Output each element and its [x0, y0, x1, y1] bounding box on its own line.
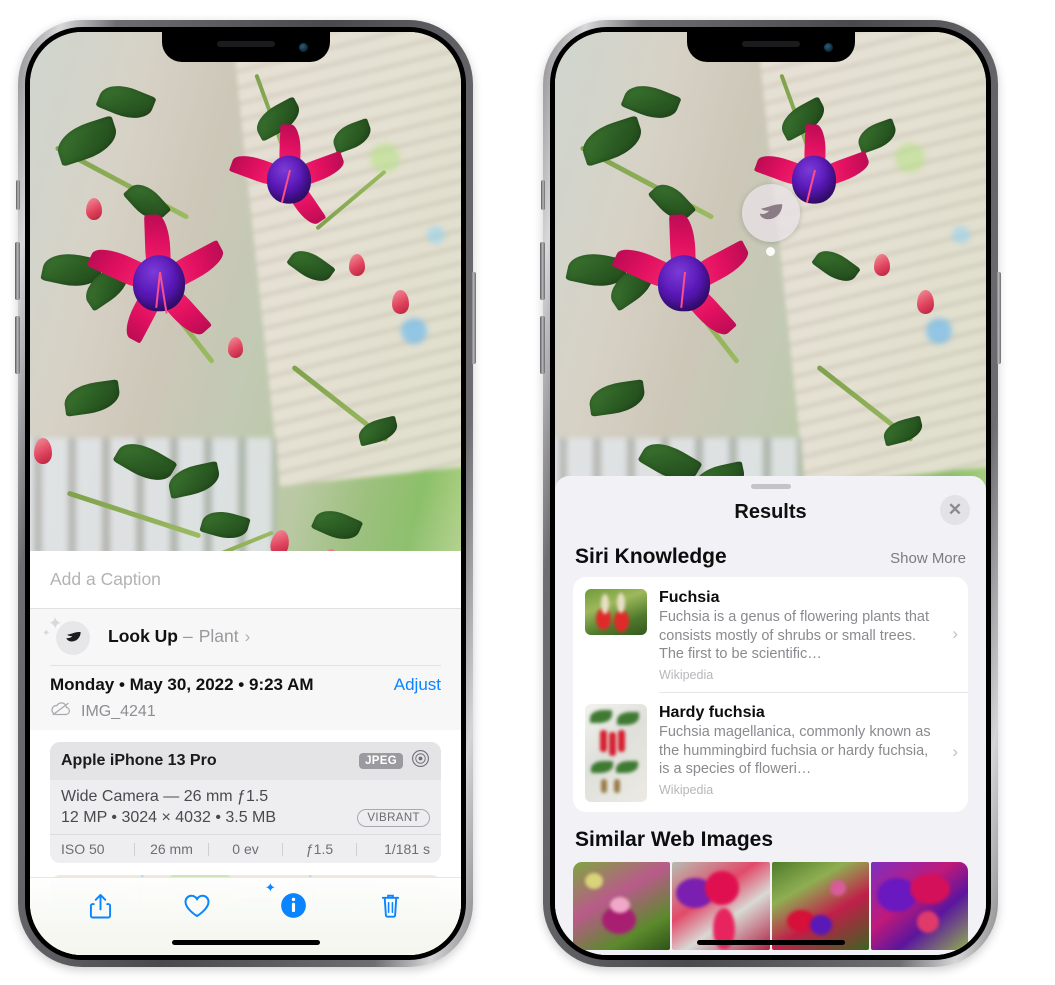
right-phone-bezel: Results ✕ Siri Knowledge Show More Fuchs… [550, 27, 991, 960]
chevron-right-icon: › [952, 742, 958, 762]
web-image-thumbnail[interactable] [771, 862, 869, 951]
web-image-thumbnail[interactable] [870, 862, 968, 951]
photo-info-sheet: Add a Caption ✦ ✦ Look Up – Plant › Mond… [30, 550, 461, 955]
chevron-right-icon: › [244, 626, 251, 646]
results-header: Results ✕ [555, 489, 986, 535]
earpiece-speaker [741, 41, 800, 47]
close-icon[interactable]: ✕ [940, 495, 970, 525]
knowledge-description: Fuchsia magellanica, commonly known as t… [659, 724, 931, 778]
delete-button[interactable] [369, 884, 413, 928]
visual-lookup-badge[interactable] [741, 184, 800, 256]
knowledge-item-fuchsia[interactable]: Fuchsia Fuchsia is a genus of flowering … [573, 577, 968, 692]
earpiece-speaker [216, 41, 275, 47]
exif-aperture: ƒ1.5 [305, 841, 334, 857]
exif-focal-length: 26 mm [150, 841, 193, 857]
divider [50, 664, 441, 665]
home-indicator[interactable] [171, 940, 320, 945]
image-specs: 12 MP • 3024 × 4032 • 3.5 MB [61, 809, 277, 826]
leaf-icon [56, 620, 90, 655]
knowledge-description: Fuchsia is a genus of flowering plants t… [659, 609, 930, 663]
knowledge-text: Fuchsia Fuchsia is a genus of flowering … [659, 589, 956, 682]
camera-card-body: Wide Camera — 26 mm ƒ1.5 12 MP • 3024 × … [50, 780, 441, 834]
lens-info: Wide Camera — 26 mm ƒ1.5 [61, 788, 269, 805]
home-indicator[interactable] [696, 940, 845, 945]
left-phone-bezel: Add a Caption ✦ ✦ Look Up – Plant › Mond… [25, 27, 466, 960]
adjust-button[interactable]: Adjust [394, 675, 441, 695]
similar-web-images-header: Similar Web Images [555, 812, 986, 858]
web-image-thumbnail[interactable] [672, 862, 770, 951]
left-phone-device: Add a Caption ✦ ✦ Look Up – Plant › Mond… [15, 20, 476, 967]
photo-date: Monday • May 30, 2022 • 9:23 AM [50, 675, 314, 694]
look-up-label: Look Up [108, 626, 178, 646]
knowledge-source: Wikipedia [659, 667, 714, 682]
web-image-thumbnail[interactable] [573, 862, 671, 951]
badge-anchor-dot [766, 247, 775, 256]
device-notch [161, 32, 330, 62]
knowledge-item-hardy-fuchsia[interactable]: Hardy fuchsia Fuchsia magellanica, commo… [573, 692, 968, 812]
look-up-icon-wrap: ✦ ✦ [42, 615, 90, 657]
siri-knowledge-card: Fuchsia Fuchsia is a genus of flowering … [573, 577, 968, 813]
knowledge-thumbnail [585, 704, 647, 803]
photographic-style-chip: VIBRANT [357, 809, 430, 827]
show-more-button[interactable]: Show More [890, 550, 966, 567]
section-title-similar-web-images: Similar Web Images [575, 828, 774, 852]
caption-placeholder: Add a Caption [50, 568, 161, 589]
file-format-chip: JPEG [359, 753, 403, 769]
power-button[interactable] [996, 272, 1001, 364]
results-sheet: Results ✕ Siri Knowledge Show More Fuchs… [555, 476, 986, 955]
volume-up-button[interactable] [540, 242, 545, 300]
exif-shutter-speed: 1/181 s [384, 841, 430, 857]
front-camera-icon [823, 43, 833, 52]
photo-filename: IMG_4241 [81, 702, 156, 720]
chevron-right-icon: › [952, 624, 958, 644]
leaf-icon [741, 184, 800, 242]
section-title-siri-knowledge: Siri Knowledge [575, 545, 727, 568]
siri-knowledge-header: Siri Knowledge Show More [555, 535, 986, 577]
mute-switch[interactable] [541, 180, 545, 210]
favorite-button[interactable] [175, 884, 219, 928]
look-up-dash: – [183, 626, 193, 646]
right-phone-device: Results ✕ Siri Knowledge Show More Fuchs… [540, 20, 1001, 967]
front-camera-icon [298, 43, 308, 52]
volume-down-button[interactable] [540, 316, 545, 374]
screenshot-canvas: Add a Caption ✦ ✦ Look Up – Plant › Mond… [0, 0, 1055, 985]
power-button[interactable] [471, 272, 476, 364]
exif-row: ISO 50 26 mm 0 ev ƒ1.5 1/181 s [50, 834, 441, 863]
sparkle-small-icon: ✦ [42, 627, 51, 639]
camera-aperture-icon [411, 749, 430, 773]
knowledge-title: Hardy fuchsia [659, 704, 765, 722]
camera-model: Apple iPhone 13 Pro [61, 752, 217, 769]
right-phone-screen: Results ✕ Siri Knowledge Show More Fuchs… [555, 32, 986, 955]
camera-info-card: Apple iPhone 13 Pro JPEG Wide Camera — 2… [50, 742, 441, 863]
knowledge-thumbnail [585, 589, 647, 635]
share-button[interactable] [78, 884, 122, 928]
look-up-row[interactable]: ✦ ✦ Look Up – Plant › [30, 608, 461, 665]
volume-down-button[interactable] [15, 316, 20, 374]
sparkles-icon: ✦ [264, 879, 276, 895]
mute-switch[interactable] [16, 180, 20, 210]
results-title: Results [734, 500, 807, 523]
knowledge-title: Fuchsia [659, 589, 720, 606]
volume-up-button[interactable] [15, 242, 20, 300]
camera-card-header: Apple iPhone 13 Pro JPEG [50, 742, 441, 780]
icloud-slash-icon [50, 701, 72, 722]
knowledge-source: Wikipedia [659, 782, 714, 797]
device-notch [686, 32, 855, 62]
similar-web-images-strip[interactable] [555, 862, 986, 951]
knowledge-text: Hardy fuchsia Fuchsia magellanica, commo… [659, 704, 956, 802]
look-up-subject: Plant [198, 626, 239, 646]
caption-input[interactable]: Add a Caption [30, 550, 461, 609]
photo-metadata-block: Monday • May 30, 2022 • 9:23 AM Adjust I… [30, 664, 461, 730]
left-phone-screen: Add a Caption ✦ ✦ Look Up – Plant › Mond… [30, 32, 461, 955]
exif-exposure-value: 0 ev [232, 841, 259, 857]
info-button[interactable]: ✦ [265, 880, 316, 928]
exif-iso: ISO 50 [61, 841, 105, 857]
